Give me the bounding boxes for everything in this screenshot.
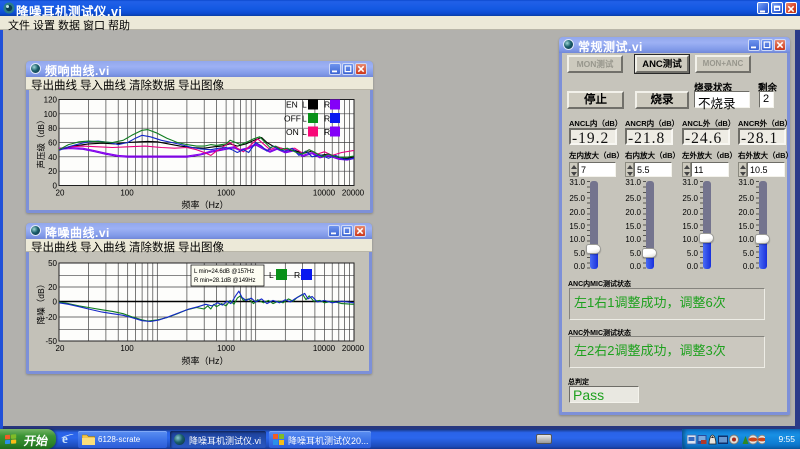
svg-text:L: L xyxy=(269,270,274,280)
svg-text:L: L xyxy=(302,127,307,137)
svg-text:20: 20 xyxy=(48,283,57,292)
svg-text:120: 120 xyxy=(44,96,58,105)
svg-text:50: 50 xyxy=(48,259,57,268)
svg-text:10000: 10000 xyxy=(313,189,336,198)
svg-text:60: 60 xyxy=(48,139,57,148)
svg-text:R: R xyxy=(324,114,330,124)
svg-text:20: 20 xyxy=(56,189,65,198)
svg-text:20: 20 xyxy=(56,344,65,353)
svg-text:20: 20 xyxy=(48,167,57,176)
svg-text:100: 100 xyxy=(120,189,134,198)
svg-text:20000: 20000 xyxy=(342,189,365,198)
svg-text:1000: 1000 xyxy=(217,344,235,353)
svg-text:0: 0 xyxy=(53,298,58,307)
svg-text:10000: 10000 xyxy=(313,344,336,353)
svg-text:R: R xyxy=(324,127,330,137)
svg-text:L: L xyxy=(302,114,307,124)
svg-text:R: R xyxy=(324,100,330,110)
svg-text:ON: ON xyxy=(286,127,299,137)
svg-text:频率（Hz）: 频率（Hz） xyxy=(182,355,229,366)
svg-text:R min=28.1dB @149Hz: R min=28.1dB @149Hz xyxy=(194,278,255,284)
svg-text:EN: EN xyxy=(286,100,298,110)
svg-text:频率（Hz）: 频率（Hz） xyxy=(182,199,229,210)
svg-text:R: R xyxy=(294,270,300,280)
svg-text:L min=24.6dB @157Hz: L min=24.6dB @157Hz xyxy=(194,269,254,275)
svg-text:声压级（dB）: 声压级（dB） xyxy=(36,116,46,169)
svg-text:L: L xyxy=(302,100,307,110)
svg-text:100: 100 xyxy=(120,344,134,353)
svg-text:-20: -20 xyxy=(45,313,57,322)
svg-text:1000: 1000 xyxy=(217,189,235,198)
svg-text:20000: 20000 xyxy=(342,344,365,353)
svg-text:降噪（dB）: 降噪（dB） xyxy=(36,280,46,324)
svg-text:OFF: OFF xyxy=(284,114,301,124)
svg-text:40: 40 xyxy=(48,153,57,162)
svg-text:80: 80 xyxy=(48,124,57,133)
